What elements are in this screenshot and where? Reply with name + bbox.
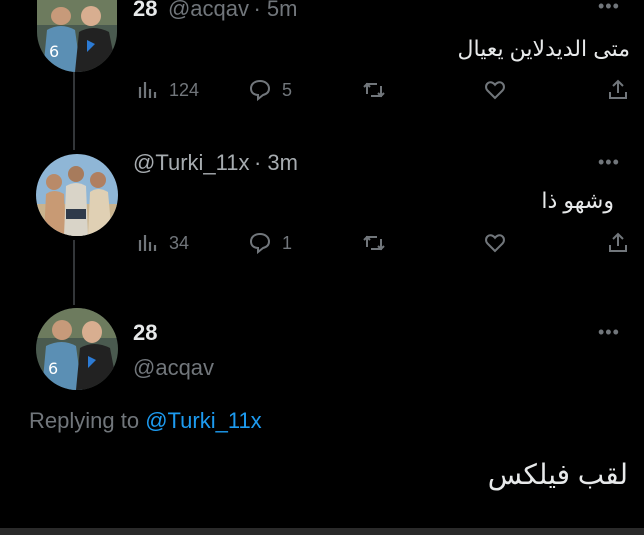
like-icon: [485, 234, 505, 253]
reply-button[interactable]: 1: [248, 231, 292, 255]
tweet-actions: 34 1: [135, 231, 630, 261]
user-handle[interactable]: @acqav: [133, 355, 214, 381]
tweet-actions: 124 5: [135, 78, 630, 108]
mention-link[interactable]: @Turki_11x: [145, 408, 261, 433]
thread-line: [73, 240, 75, 305]
timestamp[interactable]: · 3m: [254, 150, 298, 175]
more-icon[interactable]: •••: [598, 152, 620, 173]
retweet-icon: [363, 235, 385, 251]
share-icon: [609, 232, 627, 252]
display-name[interactable]: 28: [133, 320, 157, 346]
reply-icon: [249, 79, 271, 102]
display-name[interactable]: 28: [133, 0, 157, 21]
bottom-bar: [0, 528, 644, 535]
reply-count: 1: [282, 232, 293, 253]
reply-button[interactable]: 5: [248, 78, 292, 102]
views-icon: [138, 235, 157, 251]
views-button[interactable]: 34: [135, 231, 189, 255]
views-count: 124: [169, 79, 200, 100]
share-button[interactable]: [606, 78, 630, 102]
tweet-text: لقب فيلكس: [487, 459, 628, 490]
more-icon[interactable]: •••: [598, 0, 620, 17]
views-icon: [138, 82, 157, 98]
replying-to: Replying to @Turki_11x: [29, 408, 262, 434]
more-icon[interactable]: •••: [598, 322, 620, 343]
svg-text:6: 6: [48, 359, 58, 378]
retweet-button[interactable]: [362, 78, 386, 102]
like-button[interactable]: [483, 78, 507, 102]
share-icon: [609, 79, 627, 99]
reply-count: 5: [282, 79, 293, 100]
views-count: 34: [169, 232, 190, 253]
replying-to-label: Replying to: [29, 408, 140, 433]
like-icon: [485, 81, 505, 100]
avatar[interactable]: [36, 154, 118, 236]
like-button[interactable]: [483, 231, 507, 255]
avatar[interactable]: 6: [37, 0, 117, 72]
avatar[interactable]: 6: [36, 308, 118, 390]
tweet-text: وشهو ذا: [541, 188, 614, 213]
tweet-text: متى الديدلاين يعيال: [457, 36, 631, 61]
reply-icon: [249, 232, 271, 255]
retweet-icon: [363, 82, 385, 98]
user-handle[interactable]: @acqav: [168, 0, 249, 21]
share-button[interactable]: [606, 231, 630, 255]
svg-text:6: 6: [49, 42, 59, 61]
thread-line: [73, 72, 75, 150]
views-button[interactable]: 124: [135, 78, 199, 102]
retweet-button[interactable]: [362, 231, 386, 255]
timestamp[interactable]: · 5m: [253, 0, 297, 21]
user-handle[interactable]: @Turki_11x: [133, 150, 249, 175]
